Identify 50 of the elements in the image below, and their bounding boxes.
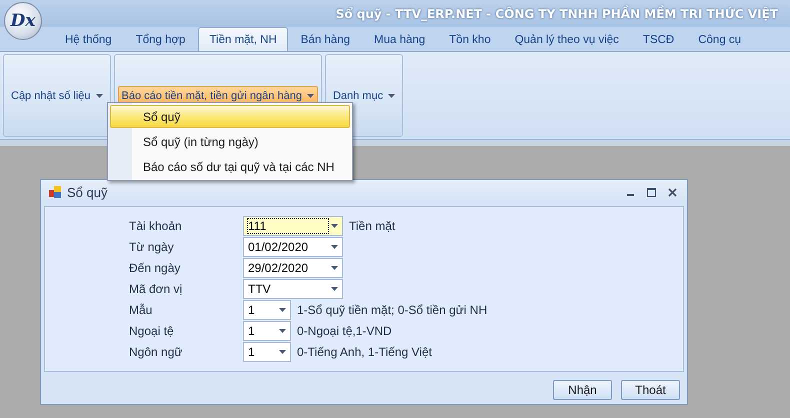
dropdown-arrow-icon xyxy=(331,266,338,270)
ribbon-tab[interactable]: Quản lý theo vụ việc xyxy=(504,27,630,51)
dropdown-arrow-icon xyxy=(331,224,338,228)
caret-icon xyxy=(96,94,102,98)
dropdown-arrow-icon xyxy=(279,350,286,354)
combo-box[interactable]: 29/02/2020 xyxy=(243,258,343,278)
form-icon xyxy=(49,186,61,198)
ribbon-dropdown-button[interactable]: Danh mục xyxy=(328,86,400,105)
combo-box[interactable]: 01/02/2020 xyxy=(243,237,343,257)
window-title: Sổ quỹ - TTV_ERP.NET - CÔNG TY TNHH PHẦN MỀM TRI THỨC VIỆT xyxy=(336,6,778,20)
dialog-button[interactable]: Thoát xyxy=(621,380,680,400)
field-note: 1-Sổ quỹ tiền mặt; 0-Sổ tiền gửi NH xyxy=(297,303,488,317)
dropdown-arrow-icon xyxy=(279,308,286,312)
ribbon-tab[interactable]: Hệ thống xyxy=(54,27,123,51)
field-note: Tiền mặt xyxy=(349,219,396,233)
menu-item[interactable]: Báo cáo số dư tại quỹ và tại các NH xyxy=(110,155,350,178)
combo-box[interactable]: TTV xyxy=(243,279,343,299)
dropdown-arrow-icon xyxy=(279,329,286,333)
field-label: Đến ngày xyxy=(129,260,182,277)
combo-box[interactable]: 111 xyxy=(243,216,343,236)
dialog-title: Sổ quỹ xyxy=(67,184,108,200)
combo-box[interactable]: 1 xyxy=(243,342,291,362)
dropdown-arrow-icon xyxy=(331,245,338,249)
caret-icon xyxy=(306,94,314,98)
ribbon-tab[interactable]: TSCĐ xyxy=(632,27,686,51)
close-icon[interactable] xyxy=(668,188,677,196)
menu-item[interactable]: Sổ quỹ xyxy=(110,105,350,128)
ribbon-tab[interactable]: Tồn kho xyxy=(438,27,502,51)
field-label: Mẫu xyxy=(129,302,154,319)
combo-box[interactable]: 1 xyxy=(243,321,291,341)
ribbon-dropdown-button[interactable]: Cập nhật số liệu xyxy=(7,86,106,105)
field-label: Từ ngày xyxy=(129,239,175,256)
app-logo[interactable]: Dx xyxy=(4,2,42,40)
maximize-icon[interactable] xyxy=(647,188,656,196)
field-note: 0-Ngoại tệ,1-VND xyxy=(297,324,392,338)
ribbon-tab[interactable]: Mua hàng xyxy=(363,27,436,51)
field-label: Ngoại tệ xyxy=(129,323,175,340)
ribbon-tab[interactable]: Tiền mặt, NH xyxy=(198,27,288,51)
field-note: 0-Tiếng Anh, 1-Tiếng Việt xyxy=(297,345,432,359)
combo-box[interactable]: 1 xyxy=(243,300,291,320)
field-label: Mã đơn vị xyxy=(129,281,184,298)
field-label: Ngôn ngữ xyxy=(129,344,184,361)
caret-icon xyxy=(388,94,396,98)
field-label: Tài khoản xyxy=(129,218,183,235)
dialog-button[interactable]: Nhận xyxy=(553,380,612,400)
ribbon-tab[interactable]: Bán hàng xyxy=(290,27,361,51)
dropdown-arrow-icon xyxy=(331,287,338,291)
menu-item[interactable]: Sổ quỹ (in từng ngày) xyxy=(110,130,350,153)
ribbon-tab[interactable]: Tổng hợp xyxy=(124,27,196,51)
ribbon-tab[interactable]: Công cụ xyxy=(687,27,752,51)
